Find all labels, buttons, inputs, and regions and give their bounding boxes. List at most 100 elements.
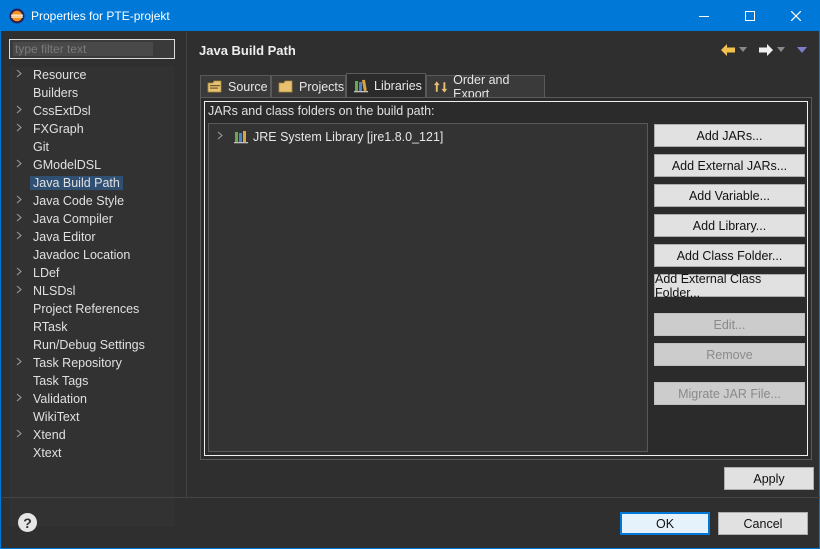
expand-chevron-icon[interactable] — [16, 213, 26, 225]
sidebar-item[interactable]: WikiText — [9, 409, 175, 427]
sidebar-item-label: Resource — [33, 68, 87, 82]
back-arrow-icon — [721, 44, 735, 56]
sidebar-item-label: Task Tags — [33, 374, 89, 388]
migrate-jar-button[interactable]: Migrate JAR File... — [654, 382, 805, 405]
tab-source[interactable]: Source — [200, 75, 271, 98]
build-path-label: JARs and class folders on the build path… — [208, 104, 435, 118]
sidebar-item-label: Java Compiler — [33, 212, 113, 226]
sidebar-item[interactable]: Validation — [9, 391, 175, 409]
sidebar-item[interactable]: Run/Debug Settings — [9, 337, 175, 355]
sash-divider[interactable] — [186, 32, 187, 497]
forward-arrow-icon — [759, 44, 773, 56]
sidebar-item-label: Task Repository — [33, 356, 122, 370]
library-entry[interactable]: JRE System Library [jre1.8.0_121] — [217, 128, 443, 146]
expand-chevron-icon[interactable] — [16, 357, 26, 369]
tab-order-export[interactable]: Order and Export — [426, 73, 545, 101]
add-jars-button[interactable]: Add JARs... — [654, 124, 805, 147]
add-library-button[interactable]: Add Library... — [654, 214, 805, 237]
expand-chevron-icon[interactable] — [16, 393, 26, 405]
minimize-icon — [699, 16, 709, 17]
sidebar-item-label: Project References — [33, 302, 140, 316]
ok-button[interactable]: OK — [620, 512, 710, 535]
preference-tree: Resource Builders CssExtDsl FXGraph Git GMode… — [9, 67, 175, 527]
sidebar-item-label: Run/Debug Settings — [33, 338, 145, 352]
expand-chevron-icon[interactable] — [16, 231, 26, 243]
libraries-icon — [354, 79, 368, 93]
sidebar-item[interactable]: Xtext — [9, 445, 175, 463]
sidebar-item[interactable]: NLSDsl — [9, 283, 175, 301]
tab-libraries[interactable]: Libraries — [346, 73, 426, 98]
cancel-button[interactable]: Cancel — [718, 512, 808, 535]
sidebar-item-label: Builders — [33, 86, 79, 100]
sidebar-item-label: Java Code Style — [33, 194, 125, 208]
sidebar-item[interactable]: LDef — [9, 265, 175, 283]
expand-chevron-icon[interactable] — [16, 69, 26, 81]
apply-button[interactable]: Apply — [724, 467, 814, 490]
view-menu-button[interactable] — [797, 41, 807, 59]
sidebar-item-label: NLSDsl — [33, 284, 76, 298]
forward-button[interactable] — [758, 41, 785, 59]
back-dropdown-icon — [739, 47, 747, 52]
remove-button[interactable]: Remove — [654, 343, 805, 366]
sidebar-item[interactable]: GModelDSL — [9, 157, 175, 175]
title-bar: Properties for PTE-projekt — [1, 1, 819, 31]
add-external-class-folder-button[interactable]: Add External Class Folder... — [654, 272, 805, 300]
close-button[interactable] — [773, 1, 819, 31]
library-entry-label: JRE System Library [jre1.8.0_121] — [253, 130, 444, 144]
page-title: Java Build Path — [199, 43, 296, 58]
sidebar-item[interactable]: Xtend — [9, 427, 175, 445]
sidebar-item-label: RTask — [33, 320, 68, 334]
tab-projects[interactable]: Projects — [271, 75, 346, 98]
maximize-button[interactable] — [727, 1, 773, 31]
sidebar-item[interactable]: FXGraph — [9, 121, 175, 139]
back-button[interactable] — [720, 41, 747, 59]
expand-chevron-icon[interactable] — [16, 267, 26, 279]
forward-dropdown-icon — [777, 47, 785, 52]
sidebar-item[interactable]: RTask — [9, 319, 175, 337]
sidebar-item-label: WikiText — [33, 410, 80, 424]
close-icon — [791, 11, 801, 21]
sidebar-item-label: FXGraph — [33, 122, 84, 136]
sidebar-item[interactable]: Java Build Path — [9, 175, 175, 193]
help-icon[interactable]: ? — [18, 513, 37, 532]
sidebar-item-label: Validation — [33, 392, 87, 406]
sidebar-item[interactable]: Java Compiler — [9, 211, 175, 229]
sidebar-item-label: Xtext — [33, 446, 62, 460]
add-external-jars-button[interactable]: Add External JARs... — [654, 154, 805, 177]
maximize-icon — [745, 11, 755, 21]
order-export-icon — [433, 81, 448, 93]
expand-chevron-icon[interactable] — [16, 159, 26, 171]
sidebar-item[interactable]: Resource — [9, 67, 175, 85]
sidebar-item[interactable]: Javadoc Location — [9, 247, 175, 265]
sidebar-item[interactable]: Java Editor — [9, 229, 175, 247]
sidebar-item[interactable]: Java Code Style — [9, 193, 175, 211]
minimize-button[interactable] — [681, 1, 727, 31]
sidebar-item[interactable]: Builders — [9, 85, 175, 103]
window-title: Properties for PTE-projekt — [31, 9, 170, 23]
properties-dialog: Properties for PTE-projekt type filter t… — [0, 0, 820, 549]
expand-chevron-icon[interactable] — [16, 105, 26, 117]
sidebar-item[interactable]: Project References — [9, 301, 175, 319]
sidebar-item[interactable]: CssExtDsl — [9, 103, 175, 121]
add-class-folder-button[interactable]: Add Class Folder... — [654, 244, 805, 267]
sidebar-item-label: LDef — [33, 266, 60, 280]
expand-chevron-icon[interactable] — [16, 195, 26, 207]
sidebar-item[interactable]: Task Repository — [9, 355, 175, 373]
edit-button[interactable]: Edit... — [654, 313, 805, 336]
expand-chevron-icon[interactable] — [217, 131, 229, 143]
sidebar-item[interactable]: Task Tags — [9, 373, 175, 391]
jre-library-icon — [234, 131, 248, 144]
sidebar-item-label: Java Build Path — [30, 176, 123, 190]
expand-chevron-icon[interactable] — [16, 123, 26, 135]
library-tree[interactable]: JRE System Library [jre1.8.0_121] — [208, 123, 648, 452]
expand-chevron-icon[interactable] — [16, 285, 26, 297]
add-variable-button[interactable]: Add Variable... — [654, 184, 805, 207]
sidebar-item-label: Xtend — [33, 428, 66, 442]
eclipse-icon — [9, 8, 25, 24]
tab-libraries-label: Libraries — [374, 79, 422, 93]
filter-input[interactable]: type filter text — [9, 39, 175, 59]
sidebar-item-label: Java Editor — [33, 230, 96, 244]
sidebar-item[interactable]: Git — [9, 139, 175, 157]
sidebar-item-label: Git — [33, 140, 49, 154]
expand-chevron-icon[interactable] — [16, 429, 26, 441]
